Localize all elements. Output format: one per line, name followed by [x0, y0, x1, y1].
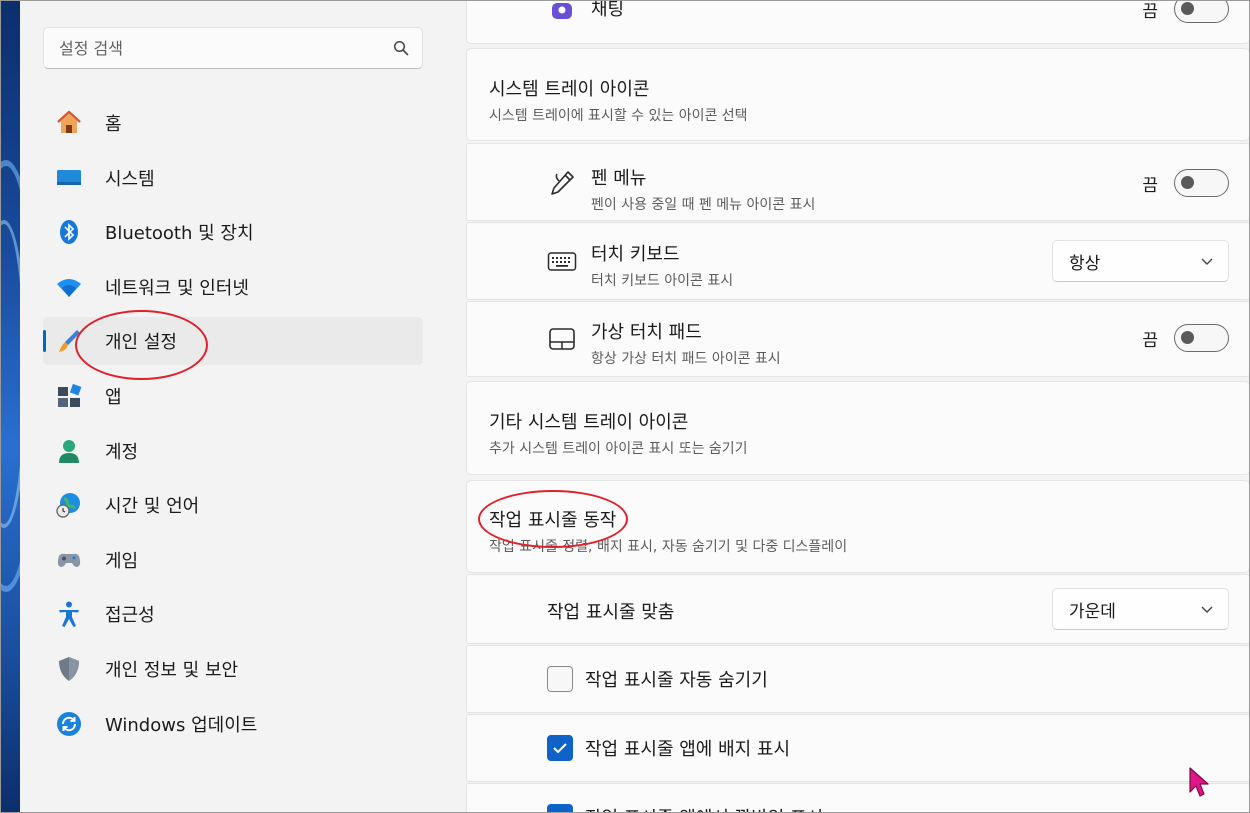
search-icon[interactable] [392, 39, 410, 57]
chevron-down-icon [1200, 251, 1214, 271]
settings-sidebar: 홈 시스템 Bluetooth 및 장치 네트워크 및 인터넷 개인 설정 [20, 0, 466, 813]
taskbar-badges-row: 작업 표시줄 앱에 배지 표시 [466, 714, 1250, 782]
sidebar-item-windows-update[interactable]: Windows 업데이트 [43, 700, 423, 748]
sidebar-item-label: 게임 [105, 550, 139, 572]
gamepad-icon [55, 546, 83, 574]
taskbar-badges-label: 작업 표시줄 앱에 배지 표시 [585, 739, 791, 760]
sidebar-item-accessibility[interactable]: 접근성 [43, 590, 423, 638]
taskbar-alignment-label: 작업 표시줄 맞춤 [547, 602, 675, 623]
touch-keyboard-row: 터치 키보드 터치 키보드 아이콘 표시 항상 [466, 222, 1250, 300]
sidebar-item-label: 홈 [105, 114, 122, 135]
virtual-touchpad-title: 가상 터치 패드 [591, 322, 702, 343]
virtual-touchpad-toggle-state: 끔 [1142, 330, 1158, 351]
pen-menu-toggle-wrap: 끔 [1142, 169, 1229, 197]
taskbar-autohide-checkbox[interactable] [547, 666, 573, 692]
sidebar-item-personalization[interactable]: 개인 설정 [43, 317, 423, 366]
taskbar-flashing-row: 작업 표시줄 앱에서 깜박임 표시 [466, 783, 1250, 813]
sidebar-item-label: 계정 [105, 441, 139, 463]
system-tray-icons-subtitle: 시스템 트레이에 표시할 수 있는 아이콘 선택 [489, 108, 748, 124]
search-box[interactable] [43, 27, 423, 69]
pen-menu-toggle-state: 끔 [1142, 175, 1158, 196]
mouse-cursor-icon [1188, 766, 1210, 802]
taskbar-alignment-row: 작업 표시줄 맞춤 가운데 [466, 574, 1250, 644]
account-icon [55, 437, 83, 465]
sidebar-item-network[interactable]: 네트워크 및 인터넷 [43, 263, 423, 311]
touch-keyboard-subtitle: 터치 키보드 아이콘 표시 [591, 273, 734, 289]
globe-clock-icon [55, 491, 83, 519]
touch-keyboard-dropdown-value: 항상 [1069, 253, 1101, 274]
pen-menu-row: 펜 메뉴 펜이 사용 중일 때 펜 메뉴 아이콘 표시 끔 [466, 143, 1250, 221]
sidebar-item-label: 앱 [105, 386, 122, 408]
virtual-touchpad-subtitle: 항상 가상 터치 패드 아이콘 표시 [591, 351, 781, 367]
sidebar-item-label: 네트워크 및 인터넷 [105, 277, 249, 299]
apps-icon [55, 382, 83, 410]
wifi-icon [55, 273, 83, 301]
accessibility-icon [55, 600, 83, 628]
shield-icon [55, 655, 83, 683]
chat-row-card: 채팅 끔 [466, 0, 1250, 44]
taskbar-behaviors-title: 작업 표시줄 동작 [489, 510, 617, 531]
sidebar-item-label: Windows 업데이트 [105, 714, 258, 736]
main-content: 채팅 끔 시스템 트레이 아이콘 시스템 트레이에 표시할 수 있는 아이콘 선… [466, 0, 1250, 813]
bluetooth-icon [55, 218, 83, 246]
sidebar-item-label: Bluetooth 및 장치 [105, 223, 254, 245]
keyboard-icon [547, 247, 577, 277]
search-input[interactable] [59, 38, 392, 58]
chat-icon [547, 0, 577, 29]
sidebar-item-label: 개인 설정 [105, 332, 177, 354]
pen-menu-subtitle: 펜이 사용 중일 때 펜 메뉴 아이콘 표시 [591, 197, 816, 213]
virtual-touchpad-toggle[interactable] [1174, 324, 1229, 352]
sidebar-item-system[interactable]: 시스템 [43, 154, 423, 202]
update-icon [55, 710, 83, 738]
other-tray-icons-subtitle: 추가 시스템 트레이 아이콘 표시 또는 숨기기 [489, 441, 748, 457]
chevron-down-icon [1200, 599, 1214, 619]
touch-keyboard-dropdown[interactable]: 항상 [1052, 240, 1229, 282]
taskbar-autohide-row: 작업 표시줄 자동 숨기기 [466, 645, 1250, 713]
virtual-touchpad-row: 가상 터치 패드 항상 가상 터치 패드 아이콘 표시 끔 [466, 301, 1250, 377]
sidebar-item-gaming[interactable]: 게임 [43, 536, 423, 584]
desktop-background-edge [0, 0, 20, 813]
sidebar-item-label: 시간 및 언어 [105, 496, 200, 518]
taskbar-alignment-dropdown[interactable]: 가운데 [1052, 588, 1229, 630]
chat-toggle-wrap: 끔 [1142, 0, 1229, 23]
pen-menu-title: 펜 메뉴 [591, 168, 647, 189]
system-tray-icons-title: 시스템 트레이 아이콘 [489, 79, 650, 100]
pen-icon [547, 168, 577, 198]
taskbar-flashing-label: 작업 표시줄 앱에서 깜박임 표시 [585, 804, 823, 813]
taskbar-alignment-dropdown-value: 가운데 [1069, 601, 1116, 622]
sidebar-item-home[interactable]: 홈 [43, 99, 423, 147]
home-icon [55, 109, 83, 137]
system-icon [55, 164, 83, 192]
system-tray-icons-header[interactable]: 시스템 트레이 아이콘 시스템 트레이에 표시할 수 있는 아이콘 선택 [466, 48, 1250, 141]
pen-menu-toggle[interactable] [1174, 169, 1229, 197]
sidebar-item-bluetooth[interactable]: Bluetooth 및 장치 [43, 208, 423, 256]
pen-menu-text: 펜 메뉴 펜이 사용 중일 때 펜 메뉴 아이콘 표시 [591, 164, 815, 214]
sidebar-nav: 홈 시스템 Bluetooth 및 장치 네트워크 및 인터넷 개인 설정 앱 … [43, 99, 423, 754]
other-tray-icons-card[interactable]: 기타 시스템 트레이 아이콘 추가 시스템 트레이 아이콘 표시 또는 숨기기 [466, 381, 1250, 475]
touch-keyboard-title: 터치 키보드 [591, 244, 680, 265]
taskbar-autohide-label: 작업 표시줄 자동 숨기기 [585, 670, 768, 691]
virtual-touchpad-toggle-wrap: 끔 [1142, 324, 1229, 352]
taskbar-behaviors-header[interactable]: 작업 표시줄 동작 작업 표시줄 정렬, 배지 표시, 자동 숨기기 및 다중 … [466, 480, 1250, 573]
sidebar-item-accounts[interactable]: 계정 [43, 427, 423, 475]
taskbar-badges-checkbox[interactable] [547, 735, 573, 761]
sidebar-item-label: 개인 정보 및 보안 [105, 659, 239, 681]
touch-keyboard-text: 터치 키보드 터치 키보드 아이콘 표시 [591, 240, 733, 290]
sidebar-item-label: 접근성 [105, 605, 155, 627]
chat-toggle[interactable] [1174, 0, 1229, 23]
virtual-touchpad-text: 가상 터치 패드 항상 가상 터치 패드 아이콘 표시 [591, 318, 781, 368]
sidebar-item-apps[interactable]: 앱 [43, 372, 423, 420]
taskbar-flashing-checkbox[interactable] [547, 804, 573, 813]
chat-row-label: 채팅 [591, 0, 625, 20]
taskbar-behaviors-subtitle: 작업 표시줄 정렬, 배지 표시, 자동 숨기기 및 다중 디스플레이 [489, 539, 848, 555]
sidebar-item-privacy[interactable]: 개인 정보 및 보안 [43, 645, 423, 693]
sidebar-item-time-language[interactable]: 시간 및 언어 [43, 481, 423, 529]
brush-icon [55, 327, 83, 355]
sidebar-item-label: 시스템 [105, 168, 155, 190]
chat-toggle-state: 끔 [1142, 1, 1158, 22]
touchpad-icon [547, 324, 577, 354]
other-tray-icons-title: 기타 시스템 트레이 아이콘 [489, 412, 689, 433]
